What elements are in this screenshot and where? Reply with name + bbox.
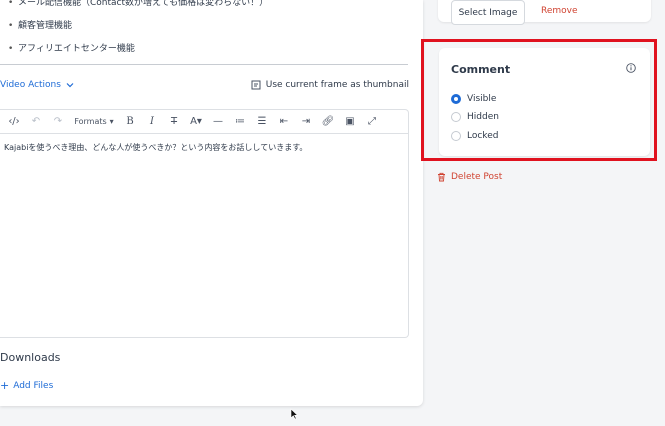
- remove-image-link[interactable]: Remove: [541, 6, 578, 16]
- chevron-down-icon: [66, 83, 74, 88]
- horizontal-rule-icon[interactable]: —: [207, 110, 229, 134]
- image-section-card: Select Image Remove: [438, 0, 651, 25]
- image-frame-icon: [251, 80, 261, 90]
- strikethrough-icon[interactable]: T: [163, 110, 185, 134]
- list-item: アフィリエイトセンター機能: [8, 38, 268, 61]
- list-item: メール配信機能（Contact数が増えても価格は変わらない！）: [8, 0, 268, 15]
- editor-body[interactable]: Kajabiを使うべき理由、どんな人が使うべきか？という内容をお話ししていきます…: [0, 134, 408, 161]
- bold-icon[interactable]: B: [119, 110, 141, 134]
- text-color-icon[interactable]: A▾: [185, 110, 207, 134]
- highlight-box: [421, 39, 657, 161]
- feature-list: メール配信機能（Contact数が増えても価格は変わらない！） 顧客管理機能 ア…: [8, 0, 268, 61]
- caret-down-icon: ▾: [109, 117, 114, 126]
- formats-dropdown[interactable]: Formats ▾: [69, 110, 119, 134]
- image-icon[interactable]: ▣: [339, 110, 361, 134]
- video-actions-dropdown[interactable]: Video Actions: [0, 80, 75, 90]
- use-frame-thumbnail-button[interactable]: Use current frame as thumbnail: [251, 80, 409, 90]
- outdent-icon[interactable]: ⇤: [273, 110, 295, 134]
- mouse-cursor-icon: [290, 408, 298, 420]
- delete-post-button[interactable]: Delete Post: [437, 172, 502, 182]
- italic-icon[interactable]: I: [141, 110, 163, 134]
- bullet-list-icon[interactable]: ≔: [229, 110, 251, 134]
- post-content-card: メール配信機能（Contact数が増えても価格は変わらない！） 顧客管理機能 ア…: [0, 0, 423, 406]
- list-item: 顧客管理機能: [8, 15, 268, 38]
- plus-icon: +: [0, 379, 10, 392]
- code-view-icon[interactable]: ‹/›: [3, 110, 25, 134]
- numbered-list-icon[interactable]: ☰: [251, 110, 273, 134]
- select-image-button[interactable]: Select Image: [451, 0, 525, 25]
- trash-icon: [438, 172, 445, 182]
- add-files-button[interactable]: + Add Files: [0, 379, 53, 392]
- indent-icon[interactable]: ⇥: [295, 110, 317, 134]
- redo-icon[interactable]: ↷: [47, 110, 69, 134]
- link-icon[interactable]: 🔗︎: [317, 110, 339, 134]
- editor-toolbar: ‹/› ↶ ↷ Formats ▾ B I T A▾ — ≔ ☰ ⇤ ⇥ 🔗︎ ▣…: [0, 110, 408, 134]
- downloads-heading: Downloads: [0, 351, 61, 364]
- undo-icon[interactable]: ↶: [25, 110, 47, 134]
- divider: [0, 64, 408, 65]
- rich-text-editor[interactable]: ‹/› ↶ ↷ Formats ▾ B I T A▾ — ≔ ☰ ⇤ ⇥ 🔗︎ ▣…: [0, 109, 409, 338]
- fullscreen-icon[interactable]: ⤢: [361, 110, 383, 134]
